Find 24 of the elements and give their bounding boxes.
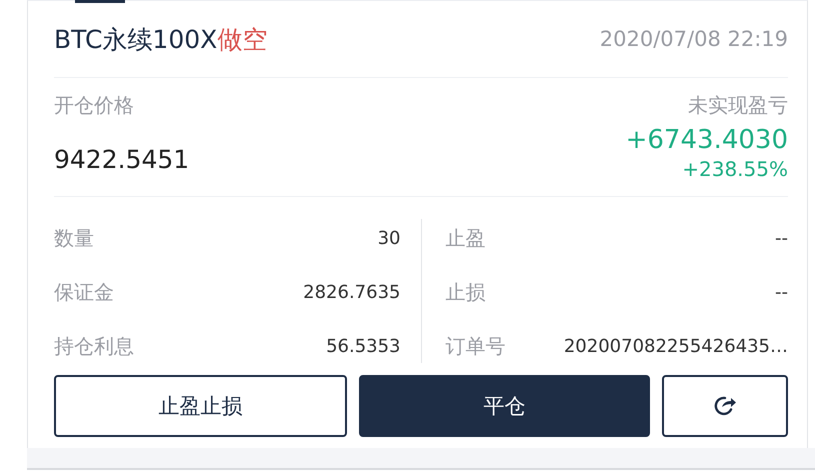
unrealized-pnl-value: +6743.4030 (626, 125, 788, 155)
field-value: -- (775, 228, 788, 248)
pnl-percent: +238.55% (682, 157, 788, 181)
field-label: 止盈 (446, 224, 486, 252)
field-value: 202007082255426435… (564, 336, 788, 356)
tab-indicator (75, 0, 125, 3)
field-label: 止损 (446, 278, 486, 306)
field-value: -- (775, 282, 788, 302)
contract-name: BTC永续100X (54, 24, 218, 54)
take-profit-stop-loss-button[interactable]: 止盈止损 (54, 375, 348, 437)
close-position-button[interactable]: 平仓 (359, 375, 650, 437)
field-value: 30 (378, 228, 400, 248)
unrealized-pnl-label: 未实现盈亏 (688, 92, 788, 119)
field-value: 56.5353 (326, 336, 400, 356)
entry-price-label: 开仓价格 (54, 92, 135, 119)
field-label: 持仓利息 (54, 332, 134, 360)
entry-price-value: 9422.5451 (54, 145, 190, 174)
field-label: 数量 (54, 224, 94, 252)
field-label: 订单号 (446, 332, 506, 360)
order-time: 2020/07/08 22:19 (600, 27, 788, 51)
share-button[interactable] (662, 375, 788, 437)
field-label: 保证金 (54, 278, 114, 306)
position-side: 做空 (217, 24, 268, 54)
field-value: 2826.7635 (303, 282, 400, 302)
